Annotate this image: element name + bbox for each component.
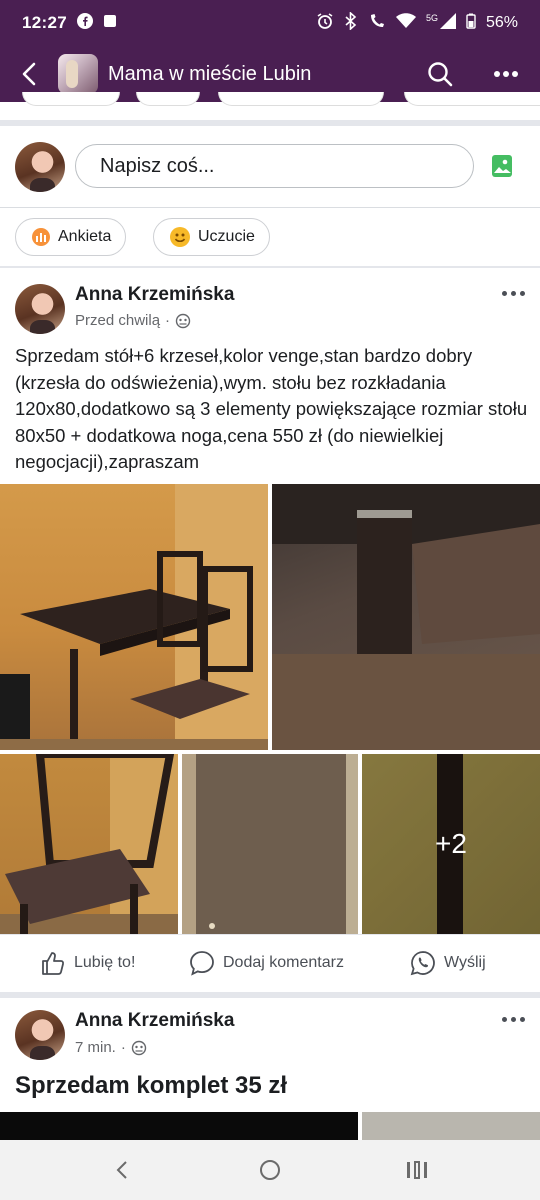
- thumbs-up-icon: [42, 952, 65, 975]
- author-avatar[interactable]: [15, 284, 65, 334]
- notification-square-icon: [103, 13, 117, 33]
- like-button[interactable]: Lubię to!: [40, 950, 135, 976]
- more-photos-count[interactable]: +2: [362, 754, 540, 934]
- post-text: Sprzedam stół+6 krzeseł,kolor venge,stan…: [15, 345, 528, 472]
- group-privacy-icon: [175, 313, 191, 328]
- composer-input[interactable]: Napisz coś...: [75, 144, 474, 188]
- photo-icon: [492, 155, 512, 177]
- post-photo[interactable]: [0, 1112, 358, 1140]
- post-actions: Lubię to! Dodaj komentarz Wyślij: [0, 934, 540, 992]
- divider: [0, 992, 540, 998]
- system-nav-bar: [0, 1140, 540, 1200]
- recents-icon: [407, 1161, 427, 1179]
- divider: [0, 266, 540, 268]
- table-photo-illustration: [0, 484, 268, 750]
- wifi-call-icon: [368, 12, 386, 35]
- poll-label: Ankieta: [58, 228, 112, 245]
- group-thumbnail[interactable]: [58, 54, 98, 94]
- post-options-button[interactable]: [502, 1014, 528, 1024]
- whatsapp-icon: [410, 951, 435, 976]
- chevron-left-icon: [116, 1161, 127, 1179]
- group-privacy-icon: [131, 1040, 147, 1055]
- home-circle-icon: [260, 1160, 280, 1180]
- wifi-icon: [395, 12, 416, 34]
- comment-icon: [190, 951, 214, 976]
- feeling-button[interactable]: Uczucie: [153, 218, 270, 256]
- battery-level: 56%: [485, 14, 518, 31]
- smile-icon: [170, 227, 190, 247]
- divider: [0, 207, 540, 208]
- photo-button[interactable]: [490, 154, 514, 178]
- post-photo[interactable]: [182, 754, 358, 934]
- post-photo[interactable]: [362, 1112, 540, 1140]
- post-time[interactable]: 7 min.: [75, 1039, 116, 1056]
- facebook-notification-icon: [76, 12, 93, 34]
- divider: [0, 120, 540, 126]
- post-photo[interactable]: [0, 754, 178, 934]
- share-whatsapp-button[interactable]: Wyślij: [410, 950, 486, 976]
- back-arrow-icon: [22, 62, 36, 86]
- table-top-photo-illustration: [182, 754, 358, 934]
- feeling-label: Uczucie: [198, 228, 255, 245]
- post-photo[interactable]: [0, 484, 268, 750]
- status-time: 12:27: [22, 13, 67, 32]
- search-button[interactable]: [418, 52, 462, 96]
- post-meta: 7 min. ·: [75, 1039, 147, 1056]
- post-meta: Przed chwilą ·: [75, 312, 191, 329]
- top-bar: 12:27 5G 56% Mama w mieście Lubin: [0, 0, 540, 102]
- signal-icon: [439, 12, 456, 34]
- user-avatar[interactable]: [15, 142, 65, 192]
- post-author[interactable]: Anna Krzemińska: [75, 1010, 234, 1032]
- post-title: Sprzedam komplet 35 zł: [15, 1072, 288, 1099]
- scrolled-chips-row: [0, 92, 540, 110]
- post-composer: Napisz coś...: [0, 128, 540, 208]
- share-label: Wyślij: [444, 954, 486, 971]
- post-photo[interactable]: [272, 484, 540, 750]
- more-horizontal-icon: [494, 71, 518, 77]
- group-title[interactable]: Mama w mieście Lubin: [108, 63, 311, 86]
- nav-home-button[interactable]: [258, 1158, 282, 1182]
- poll-button[interactable]: Ankieta: [15, 218, 127, 256]
- alarm-icon: [316, 12, 334, 35]
- post-photo[interactable]: +2: [362, 754, 540, 934]
- author-avatar[interactable]: [15, 1010, 65, 1060]
- search-icon: [428, 62, 453, 87]
- table-leg-photo-illustration: [272, 484, 540, 750]
- status-bar: 12:27 5G 56%: [0, 0, 540, 46]
- comment-label: Dodaj komentarz: [223, 954, 344, 971]
- post-options-button[interactable]: [502, 288, 528, 298]
- bluetooth-icon: [344, 10, 358, 35]
- post-author[interactable]: Anna Krzemińska: [75, 284, 234, 306]
- poll-icon: [32, 228, 50, 246]
- nav-back-button[interactable]: [110, 1158, 134, 1182]
- battery-icon: [466, 13, 476, 34]
- network-label: 5G: [425, 13, 438, 23]
- more-options-button[interactable]: [484, 52, 528, 96]
- post-time[interactable]: Przed chwilą: [75, 312, 160, 329]
- nav-recents-button[interactable]: [405, 1158, 429, 1182]
- like-label: Lubię to!: [74, 954, 136, 971]
- chair-photo-illustration: [0, 754, 178, 934]
- comment-button[interactable]: Dodaj komentarz: [189, 950, 344, 976]
